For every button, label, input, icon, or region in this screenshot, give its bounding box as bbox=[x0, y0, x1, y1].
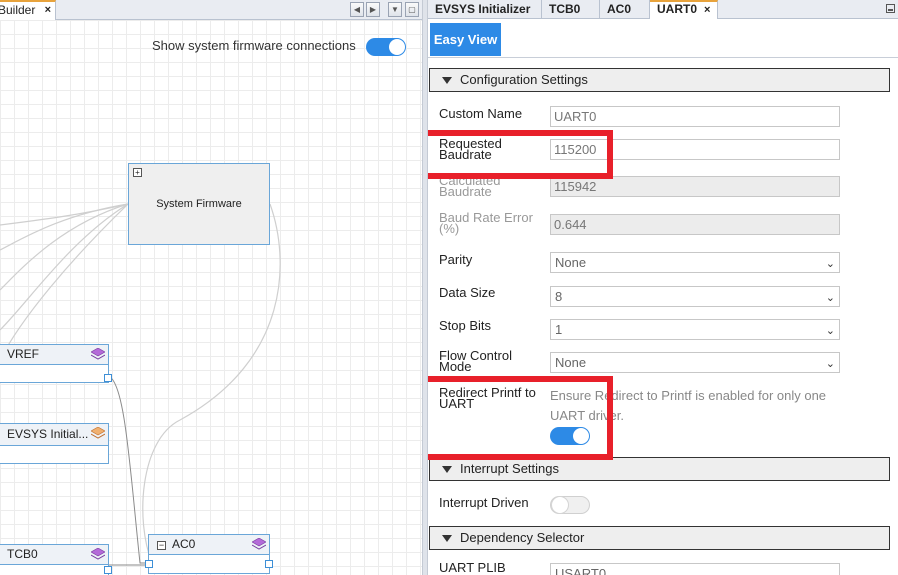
section-interrupt-settings[interactable]: Interrupt Settings bbox=[429, 457, 890, 481]
section-dependency-selector[interactable]: Dependency Selector bbox=[429, 526, 890, 550]
calculated-baudrate-input: 115942 bbox=[550, 176, 840, 197]
connection-line bbox=[0, 203, 129, 361]
highlight-box-baudrate bbox=[428, 130, 613, 179]
builder-canvas[interactable]: Builder × ◀ ▶ ▼ ▢ Show system firmware c… bbox=[0, 0, 422, 575]
ac0-node-title: AC0 bbox=[172, 537, 196, 551]
output-port[interactable] bbox=[265, 560, 273, 568]
layers-icon bbox=[91, 548, 105, 560]
output-port[interactable] bbox=[104, 374, 112, 382]
chevron-down-icon: ⌄ bbox=[825, 358, 835, 370]
label-line: Mode bbox=[439, 359, 472, 374]
layers-icon bbox=[91, 427, 105, 439]
baud-rate-error-input: 0.644 bbox=[550, 214, 840, 235]
parity-select[interactable]: None ⌄ bbox=[550, 252, 840, 273]
highlight-box-redirect-printf bbox=[428, 376, 613, 460]
data-size-label: Data Size bbox=[439, 285, 496, 300]
system-firmware-node[interactable]: + System Firmware bbox=[128, 163, 270, 245]
configuration-pane: EVSYS Initializer TCB0 AC0 UART0 × Easy V… bbox=[428, 0, 898, 575]
tab-uart0[interactable]: UART0 × bbox=[650, 0, 718, 19]
input-port[interactable] bbox=[145, 560, 153, 568]
chevron-down-icon: ⌄ bbox=[825, 325, 835, 337]
tab-label: TCB0 bbox=[549, 2, 581, 16]
easy-view-button[interactable]: Easy View bbox=[430, 23, 501, 56]
config-tab-bar: EVSYS Initializer TCB0 AC0 UART0 × bbox=[428, 0, 898, 19]
chevron-down-icon: ⌄ bbox=[825, 569, 835, 575]
ac0-node[interactable]: − AC0 bbox=[145, 534, 273, 574]
close-icon[interactable]: × bbox=[704, 4, 710, 16]
tab-label: UART0 bbox=[657, 2, 698, 16]
custom-name-label: Custom Name bbox=[439, 106, 523, 121]
evsys-node[interactable]: EVSYS Initial... bbox=[0, 423, 109, 464]
select-value: USART0 bbox=[555, 566, 607, 575]
tcb0-node-header: TCB0 bbox=[0, 545, 108, 565]
section-title: Interrupt Settings bbox=[460, 461, 559, 476]
stop-bits-label: Stop Bits bbox=[439, 318, 492, 333]
tab-evsys-initializer[interactable]: EVSYS Initializer bbox=[428, 0, 542, 19]
custom-name-input[interactable]: UART0 bbox=[550, 106, 840, 127]
section-configuration-settings[interactable]: Configuration Settings bbox=[429, 68, 890, 92]
connection-line bbox=[107, 375, 150, 564]
section-title: Configuration Settings bbox=[460, 72, 588, 87]
section-title: Dependency Selector bbox=[460, 530, 585, 545]
evsys-node-title: EVSYS Initial... bbox=[7, 427, 89, 441]
flow-control-select[interactable]: None ⌄ bbox=[550, 352, 840, 373]
collapse-icon[interactable]: − bbox=[157, 541, 166, 550]
vref-node-header: VREF bbox=[0, 345, 108, 365]
parity-label: Parity bbox=[439, 252, 473, 267]
tab-tcb0[interactable]: TCB0 bbox=[542, 0, 600, 19]
tab-label: EVSYS Initializer bbox=[435, 2, 531, 16]
toggle-knob bbox=[552, 497, 568, 513]
connection-lines bbox=[0, 203, 281, 566]
output-port[interactable] bbox=[104, 566, 112, 574]
interrupt-driven-label: Interrupt Driven bbox=[439, 495, 529, 510]
chevron-down-icon: ⌄ bbox=[825, 292, 835, 304]
tab-ac0[interactable]: AC0 bbox=[600, 0, 650, 19]
label-line: Baudrate bbox=[439, 184, 492, 199]
tcb0-node-title: TCB0 bbox=[7, 547, 38, 561]
select-value: None bbox=[555, 355, 587, 370]
select-value: None bbox=[555, 255, 587, 270]
select-value: 8 bbox=[555, 289, 563, 304]
minimize-icon[interactable] bbox=[886, 4, 895, 13]
baud-rate-error-label: Baud Rate Error (%) bbox=[439, 211, 533, 236]
uart-plib-label: UART PLIB bbox=[439, 560, 506, 575]
divider bbox=[428, 57, 898, 58]
collapse-triangle-icon bbox=[442, 77, 452, 84]
ac0-node-header: − AC0 bbox=[149, 535, 269, 555]
flow-control-label: Flow Control Mode bbox=[439, 349, 512, 374]
tab-label: AC0 bbox=[607, 2, 632, 16]
layers-icon bbox=[252, 538, 266, 550]
system-firmware-title: System Firmware bbox=[156, 198, 242, 210]
tcb0-node[interactable]: TCB0 bbox=[0, 544, 112, 575]
evsys-node-header: EVSYS Initial... bbox=[0, 424, 108, 446]
label-line: (%) bbox=[439, 221, 460, 236]
vref-node-title: VREF bbox=[7, 347, 40, 361]
data-size-select[interactable]: 8 ⌄ bbox=[550, 286, 840, 307]
vref-node[interactable]: VREF bbox=[0, 344, 112, 383]
select-value: 1 bbox=[555, 322, 563, 337]
chevron-down-icon: ⌄ bbox=[825, 258, 835, 270]
interrupt-driven-toggle[interactable] bbox=[550, 496, 590, 514]
connection-line bbox=[142, 203, 281, 564]
collapse-triangle-icon bbox=[442, 466, 452, 473]
stop-bits-select[interactable]: 1 ⌄ bbox=[550, 319, 840, 340]
uart-plib-select[interactable]: USART0 ⌄ bbox=[550, 563, 840, 575]
expand-icon[interactable]: + bbox=[133, 168, 142, 177]
layers-icon bbox=[91, 348, 105, 360]
collapse-triangle-icon bbox=[442, 535, 452, 542]
